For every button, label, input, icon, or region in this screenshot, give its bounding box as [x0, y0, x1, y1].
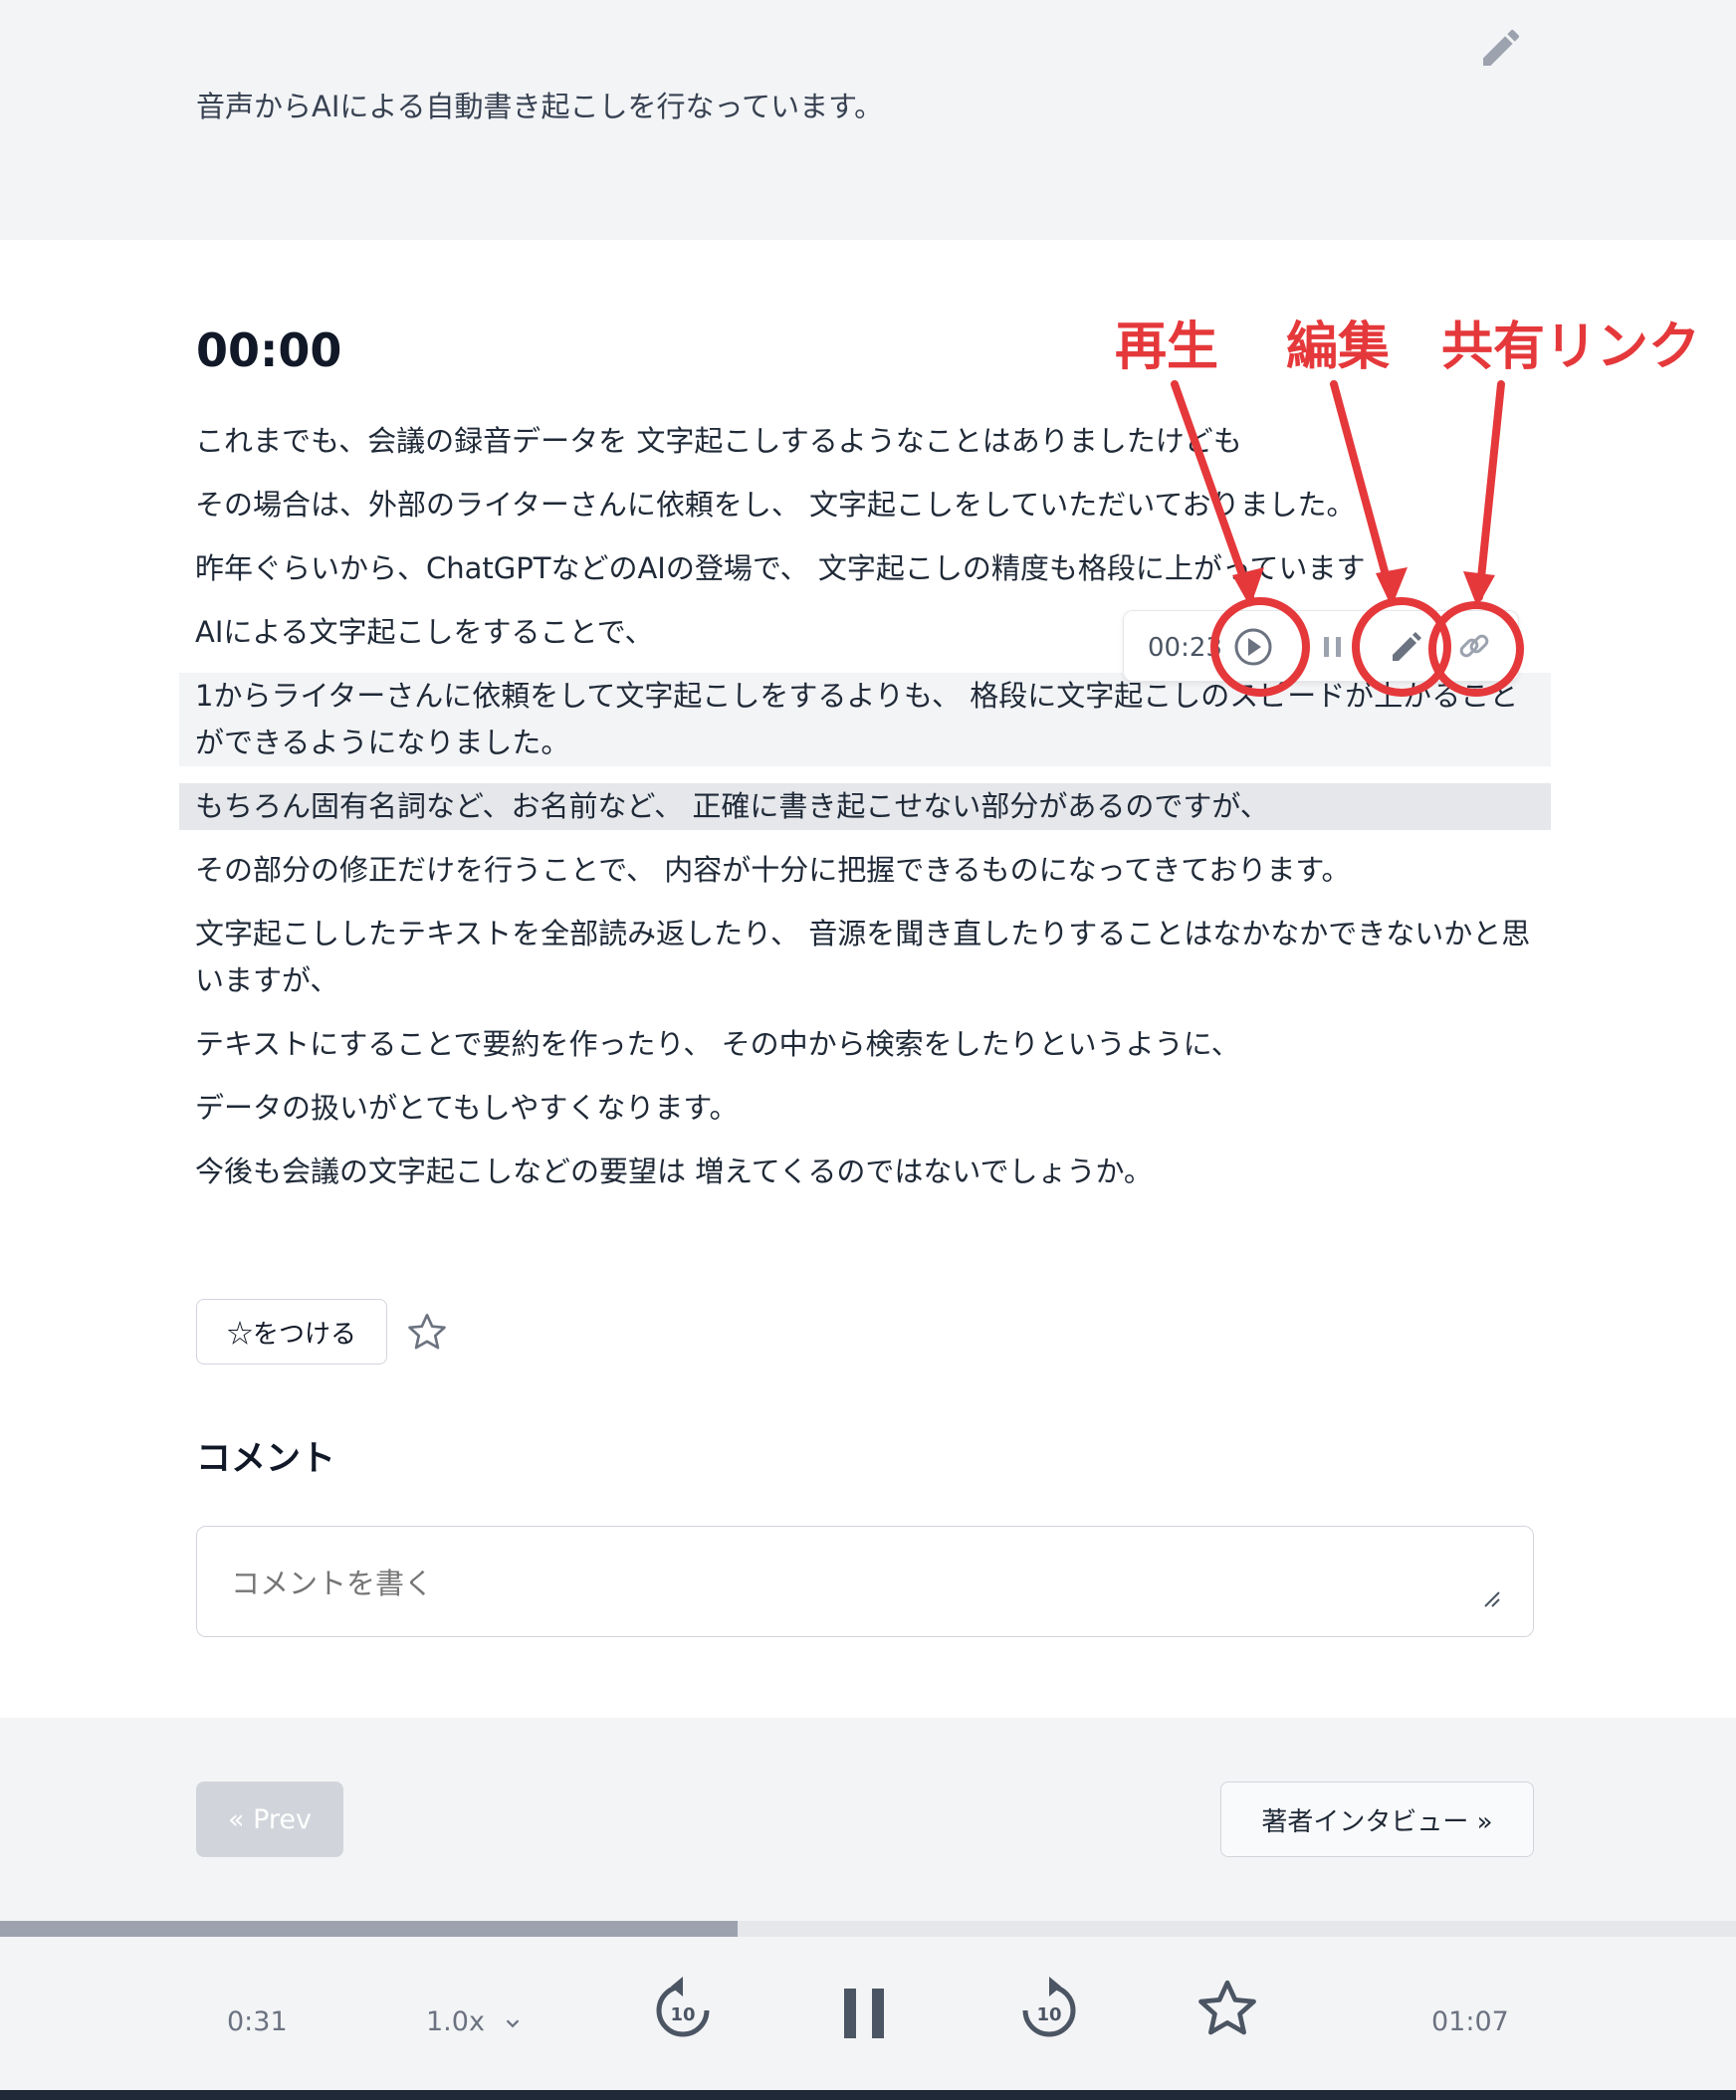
edit-pencil-icon[interactable] — [1477, 24, 1525, 72]
prev-button[interactable]: « Prev — [196, 1782, 343, 1857]
transcript-segment[interactable]: テキストにすることで要約を作ったり、 その中から検索をしたりというように、 — [179, 1021, 1551, 1068]
next-button[interactable]: 著者インタビュー » — [1220, 1782, 1534, 1857]
transcript-segment[interactable]: 今後も会議の文字起こしなどの要望は 増えてくるのではないでしょうか。 — [179, 1149, 1551, 1195]
audio-player: 0:31 1.0x 10 10 01:07 — [0, 1937, 1736, 2100]
forward-seconds-label: 10 — [1036, 2004, 1061, 2025]
forward-10-icon[interactable]: 10 — [1017, 1977, 1081, 2044]
pause-icon[interactable] — [842, 1987, 890, 2042]
segment-toolbar: 00:23 — [1123, 610, 1519, 682]
add-star-button[interactable]: ☆をつける — [196, 1299, 387, 1365]
comments-heading: コメント — [196, 1439, 336, 1479]
link-icon[interactable] — [1446, 619, 1502, 675]
page: 音声からAIによる自動書き起こしを行なっています。 00:00 これまでも、会議… — [0, 0, 1736, 2100]
transcript-segment-hovered[interactable]: 1からライターさんに依頼をして文字起こしをするよりも、 格段に文字起こしのスピー… — [179, 673, 1551, 766]
transcript-segment[interactable]: これまでも、会議の録音データを 文字起こしするようなことはありましたけども — [179, 418, 1551, 465]
transcript-segment[interactable]: その場合は、外部のライターさんに依頼をし、 文字起こしをしていただいておりました… — [179, 482, 1551, 528]
playback-progress-fill — [0, 1921, 739, 1937]
comment-input[interactable] — [196, 1526, 1534, 1637]
bottom-edge — [0, 2090, 1736, 2100]
total-duration: 01:07 — [1431, 2006, 1509, 2037]
chevron-down-icon — [506, 2018, 519, 2027]
transcript-segment[interactable]: データの扱いがとてもしやすくなります。 — [179, 1085, 1551, 1132]
annotation-edit-label: 編集 — [1286, 317, 1391, 377]
rewind-seconds-label: 10 — [670, 2004, 695, 2025]
current-time-heading: 00:00 — [196, 323, 342, 377]
description-text: 音声からAIによる自動書き起こしを行なっています。 — [196, 90, 884, 123]
resize-grip-icon[interactable] — [1481, 1588, 1501, 1608]
segment-timestamp[interactable]: 00:23 — [1148, 633, 1222, 663]
transcript-segment[interactable]: その部分の修正だけを行うことで、 内容が十分に把握できるものになってきております… — [179, 847, 1551, 894]
play-circle-icon[interactable] — [1225, 619, 1281, 675]
pause-icon[interactable] — [1305, 619, 1361, 675]
favorite-star-icon[interactable] — [1193, 1975, 1262, 2044]
description-band: 音声からAIによる自動書き起こしを行なっています。 — [0, 0, 1736, 240]
elapsed-time: 0:31 — [227, 2006, 288, 2037]
transcript-segment-active[interactable]: もちろん固有名詞など、お名前など、 正確に書き起こせない部分があるのですが、 — [179, 783, 1551, 830]
rewind-10-icon[interactable]: 10 — [651, 1977, 715, 2044]
speed-value: 1.0x — [426, 2006, 485, 2037]
playback-progress-bar[interactable] — [0, 1921, 1736, 1937]
transcript: これまでも、会議の録音データを 文字起こしするようなことはありましたけども その… — [179, 418, 1551, 1212]
pencil-icon[interactable] — [1379, 619, 1434, 675]
transcript-segment[interactable]: 昨年ぐらいから、ChatGPTなどのAIの登場で、 文字起こしの精度も格段に上が… — [179, 545, 1551, 592]
speed-selector[interactable]: 1.0x — [426, 2006, 524, 2037]
annotation-play-label: 再生 — [1115, 317, 1219, 377]
transcript-segment[interactable]: 文字起こししたテキストを全部読み返したり、 音源を聞き直したりすることはなかなか… — [179, 911, 1551, 1004]
annotation-share-label: 共有リンク — [1441, 317, 1701, 377]
star-outline-icon[interactable] — [404, 1310, 450, 1356]
